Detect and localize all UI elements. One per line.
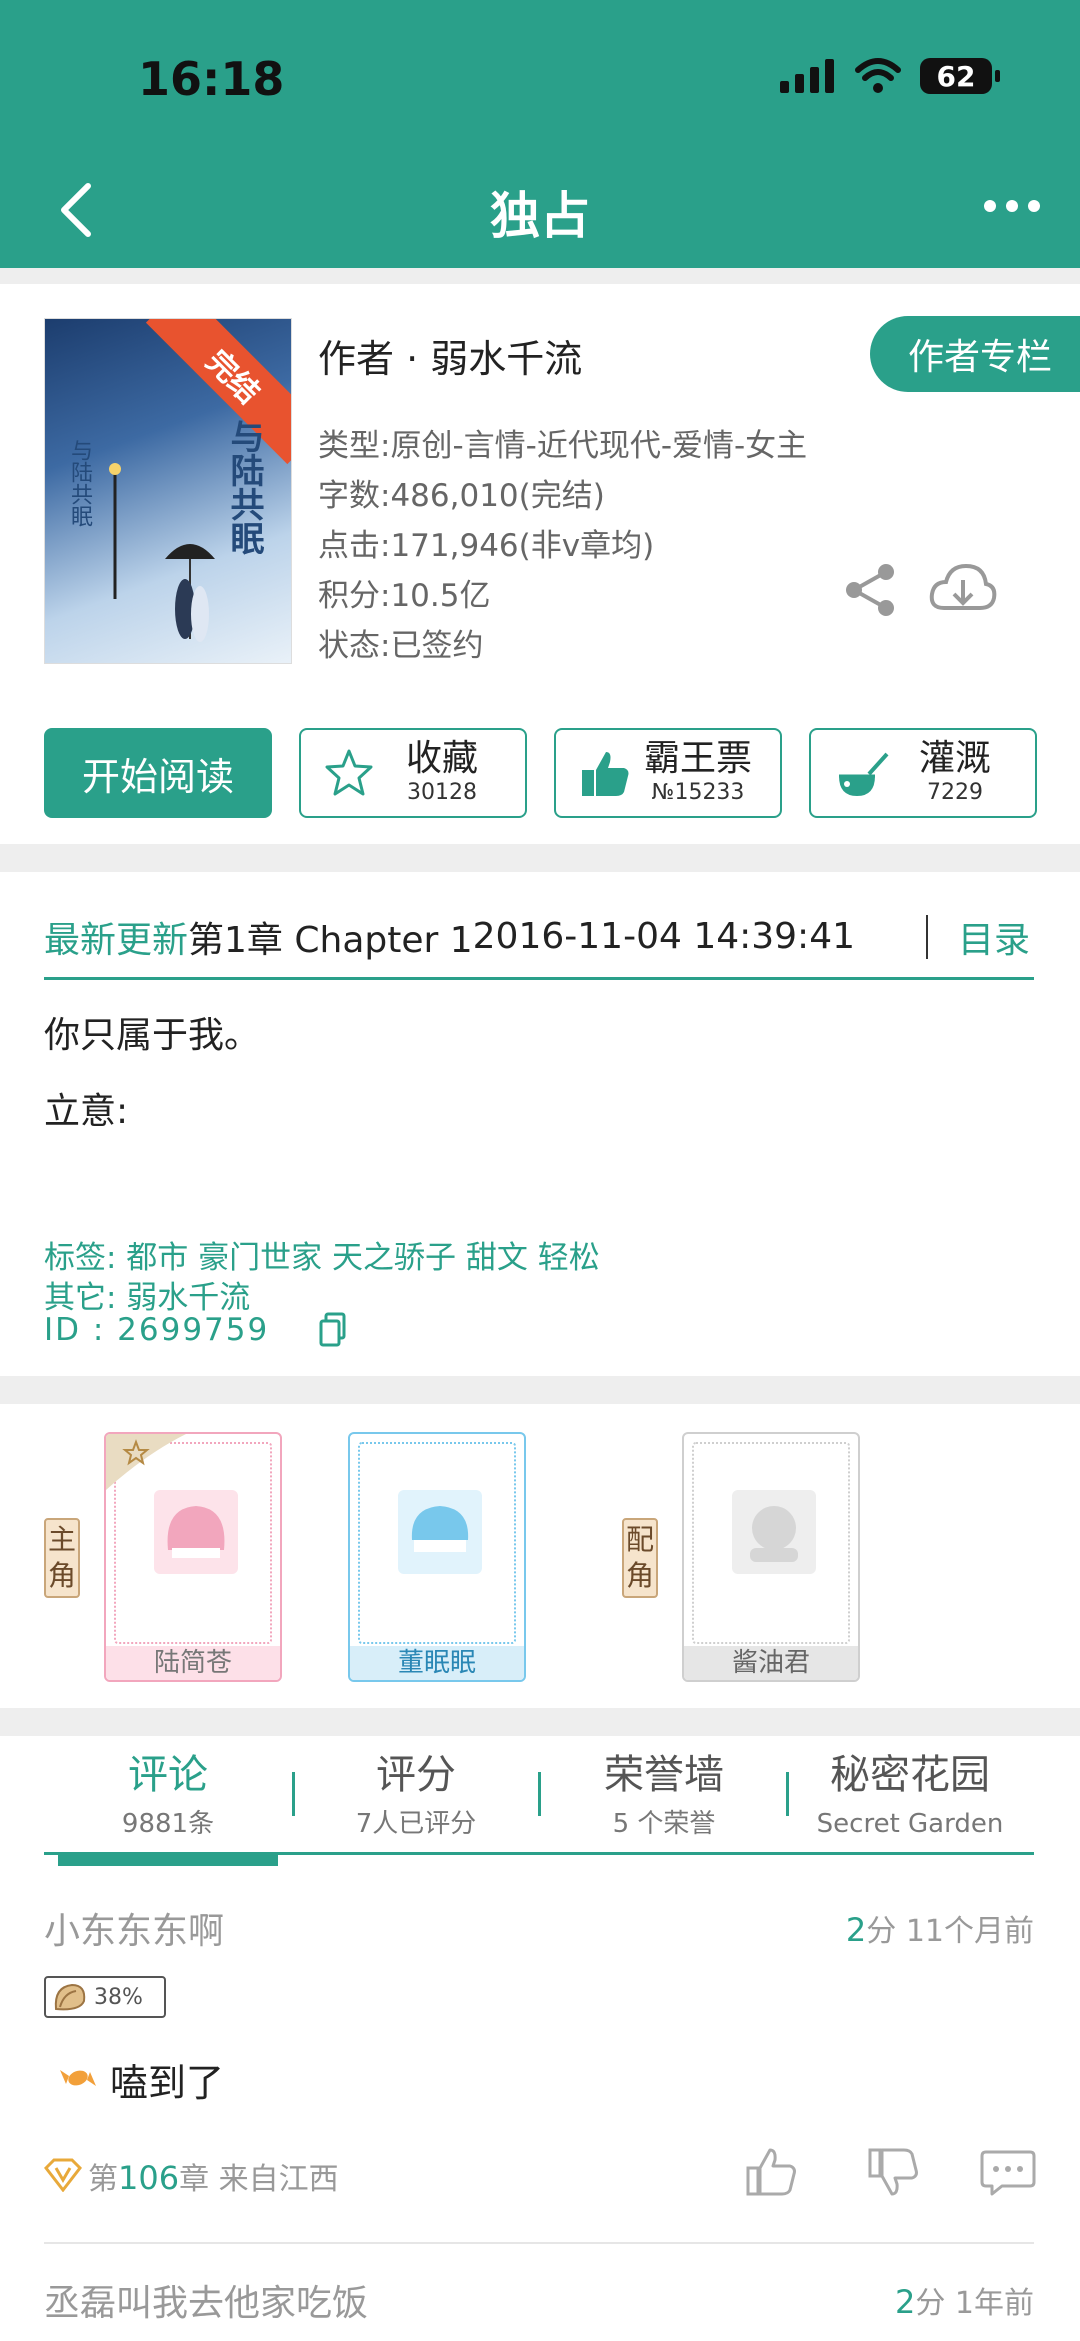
reply-icon[interactable] [980,2148,1036,2198]
main-role-badge: 主角 [44,1518,80,1598]
tab-ratings[interactable]: 评分 7人已评分 [292,1750,540,1842]
tab-label: 荣誉墙 [604,1752,724,1798]
avatar [154,1490,238,1574]
book-id: ID : 2699759 [44,1312,270,1348]
vote-label: 霸王票 [643,738,752,779]
tab-label: 秘密花园 [830,1752,990,1798]
divider [925,914,928,959]
wifi-icon [855,58,901,93]
water-button[interactable]: 灌溉 7229 [809,728,1037,818]
comment-score: 2 [895,2283,916,2321]
shell-icon [54,1983,86,2011]
book-cover[interactable]: 完结 与陆共眠 与陆共眠 [44,318,292,664]
collect-count: 30128 [407,780,477,805]
tab-label: 评论 [128,1752,208,1798]
author-column-button[interactable]: 作者专栏 [870,316,1080,392]
start-reading-button[interactable]: 开始阅读 [44,728,272,818]
level-percent: 38% [94,1984,143,2010]
dislike-icon[interactable] [866,2146,922,2198]
download-icon[interactable] [928,562,998,618]
chapter-number: 106 [118,2159,180,2197]
tab-secret-garden[interactable]: 秘密花园 Secret Garden [786,1750,1034,1842]
more-icon[interactable] [984,200,1040,212]
other-line[interactable]: 其它: 弱水千流 [44,1272,250,1317]
tab-label: 评分 [376,1752,456,1798]
latest-chapter: 第1章 Chapter 1 [188,919,473,961]
book-genre: 类型:原创-言情-近代现代-爱情-女主 [318,428,808,464]
chapter-prefix: 第 [88,2162,118,2197]
candy-icon [60,2070,96,2086]
role-name: 陆简苍 [106,1646,280,1680]
tags-line[interactable]: 标签: 都市 豪门世家 天之骄子 甜文 轻松 [44,1232,600,1277]
tab-honor-wall[interactable]: 荣誉墙 5 个荣誉 [540,1750,788,1842]
copy-icon[interactable] [318,1312,348,1348]
book-points: 积分:10.5亿 [318,578,491,614]
role-name: 董眠眠 [350,1646,524,1680]
cover-title-small: 与陆共眠 [67,439,92,527]
tab-sub: 9881条 [121,1809,215,1839]
comment-meta: 2分 11个月前 [846,1906,1034,1950]
vip-icon [44,2158,82,2192]
comment-time: 1年前 [954,2286,1034,2321]
signal-icon [780,59,834,93]
comment-user[interactable]: 丞磊叫我去他家吃饭 [44,2274,368,2326]
share-icon[interactable] [842,562,898,618]
water-count: 7229 [927,780,983,805]
author-name[interactable]: 作者 · 弱水千流 [318,328,582,383]
tab-sub: 7人已评分 [355,1809,477,1839]
latest-update-row[interactable]: 最新更新 第1章 Chapter 1 2016-11-04 14:39:41 目… [44,896,1034,980]
latest-update-time: 2016-11-04 14:39:41 [472,916,855,957]
vote-button[interactable]: 霸王票 №15233 [554,728,782,818]
status-time: 16:18 [138,52,285,106]
comment-user[interactable]: 小东东东啊 [44,1902,224,1954]
intro-line-2: 立意: [44,1091,129,1132]
user-level-badge: 38% [44,1976,166,2018]
tab-sub: 5 个荣誉 [612,1809,716,1839]
chapter-suffix: 章 来自江西 [179,2162,339,2197]
collect-label: 收藏 [405,738,478,779]
avatar [398,1490,482,1574]
status-icons: 62 [780,58,1000,94]
vote-count: №15233 [651,780,745,805]
avatar [732,1490,816,1574]
support-role-badge: 配角 [622,1518,658,1598]
comment-time: 11个月前 [905,1914,1034,1949]
comment-score-unit: 分 [915,2286,946,2321]
comment-chapter: 第106章 来自江西 [88,2154,339,2198]
comment-score: 2 [845,1911,867,1949]
thumbs-up-icon [582,752,629,796]
role-card-main-2[interactable]: 董眠眠 [348,1432,526,1682]
book-clicks: 点击:171,946(非v章均) [318,528,655,564]
comment-meta: 2分 1年前 [895,2278,1034,2322]
umbrella-icon [109,463,215,642]
app-header: 16:18 62 独占 [0,0,1080,268]
book-word-count: 字数:486,010(完结) [318,478,605,514]
divider [44,2242,1034,2244]
intro-line-1: 你只属于我。 [44,1015,261,1056]
comment-text: 嗑到了 [110,2061,225,2105]
toc-link[interactable]: 目录 [958,911,1034,963]
cover-title: 与陆共眠 [224,419,264,555]
comment-score-unit: 分 [866,1914,897,1949]
tab-active-indicator [58,1852,278,1866]
star-corner-icon [106,1434,186,1490]
role-name: 酱油君 [684,1646,858,1680]
tab-sub: Secret Garden [816,1809,1004,1839]
book-status: 状态:已签约 [318,628,484,664]
role-card-main[interactable]: 陆简苍 [104,1432,282,1682]
latest-update-label: 最新更新 [44,919,189,961]
water-label: 灌溉 [918,738,991,779]
tab-comments[interactable]: 评论 9881条 [44,1750,292,1842]
watering-can-icon [839,752,889,796]
battery-icon: 62 [920,58,1000,94]
collect-button[interactable]: 收藏 30128 [299,728,527,818]
page-title: 独占 [490,187,590,245]
like-icon[interactable] [744,2146,800,2198]
star-icon [325,749,373,796]
role-card-support[interactable]: 酱油君 [682,1432,860,1682]
complete-ribbon: 完结 [145,319,291,465]
